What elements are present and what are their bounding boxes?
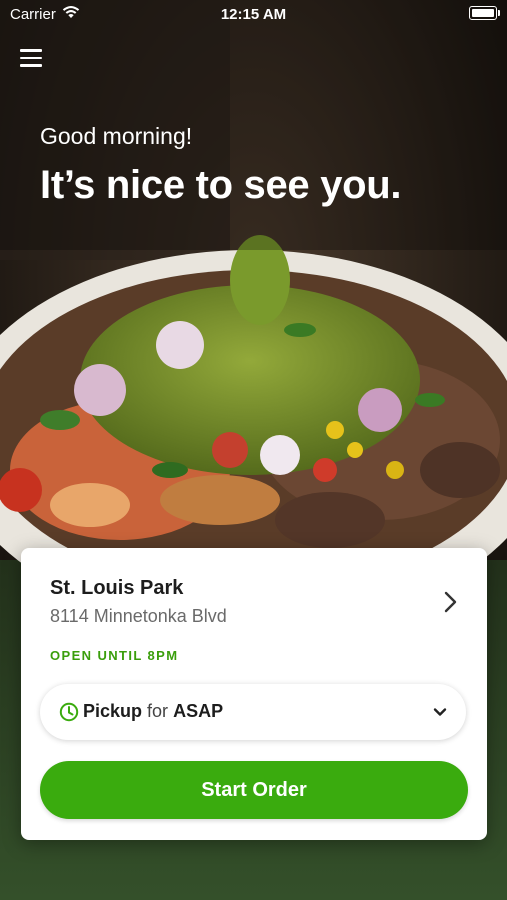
home-screen: Carrier 12:15 AM Good morning! It’s nice… — [0, 0, 507, 900]
start-order-button[interactable]: Start Order — [40, 761, 468, 819]
pickup-time-selector[interactable]: Pickup for ASAP — [40, 684, 466, 740]
clock-time: 12:15 AM — [220, 6, 287, 23]
location-name[interactable]: St. Louis Park — [50, 577, 183, 600]
clock-icon — [59, 702, 79, 722]
pickup-time: ASAP — [173, 701, 224, 721]
greeting-text: Good morning! — [40, 123, 193, 149]
battery-icon — [469, 6, 500, 20]
pickup-connector: for — [147, 701, 169, 721]
chevron-right-icon[interactable] — [439, 588, 461, 616]
status-bar: Carrier 12:15 AM — [0, 0, 507, 28]
menu-icon[interactable] — [20, 49, 42, 67]
open-status-label: OPEN UNTIL 8PM — [50, 648, 179, 663]
welcome-headline: It’s nice to see you. — [40, 163, 402, 207]
pickup-label: Pickup for ASAP — [83, 701, 223, 722]
location-address[interactable]: 8114 Minnetonka Blvd — [50, 606, 227, 627]
chevron-down-icon — [433, 708, 447, 716]
order-card: St. Louis Park 8114 Minnetonka Blvd OPEN… — [21, 548, 487, 840]
pickup-mode: Pickup — [83, 701, 143, 721]
